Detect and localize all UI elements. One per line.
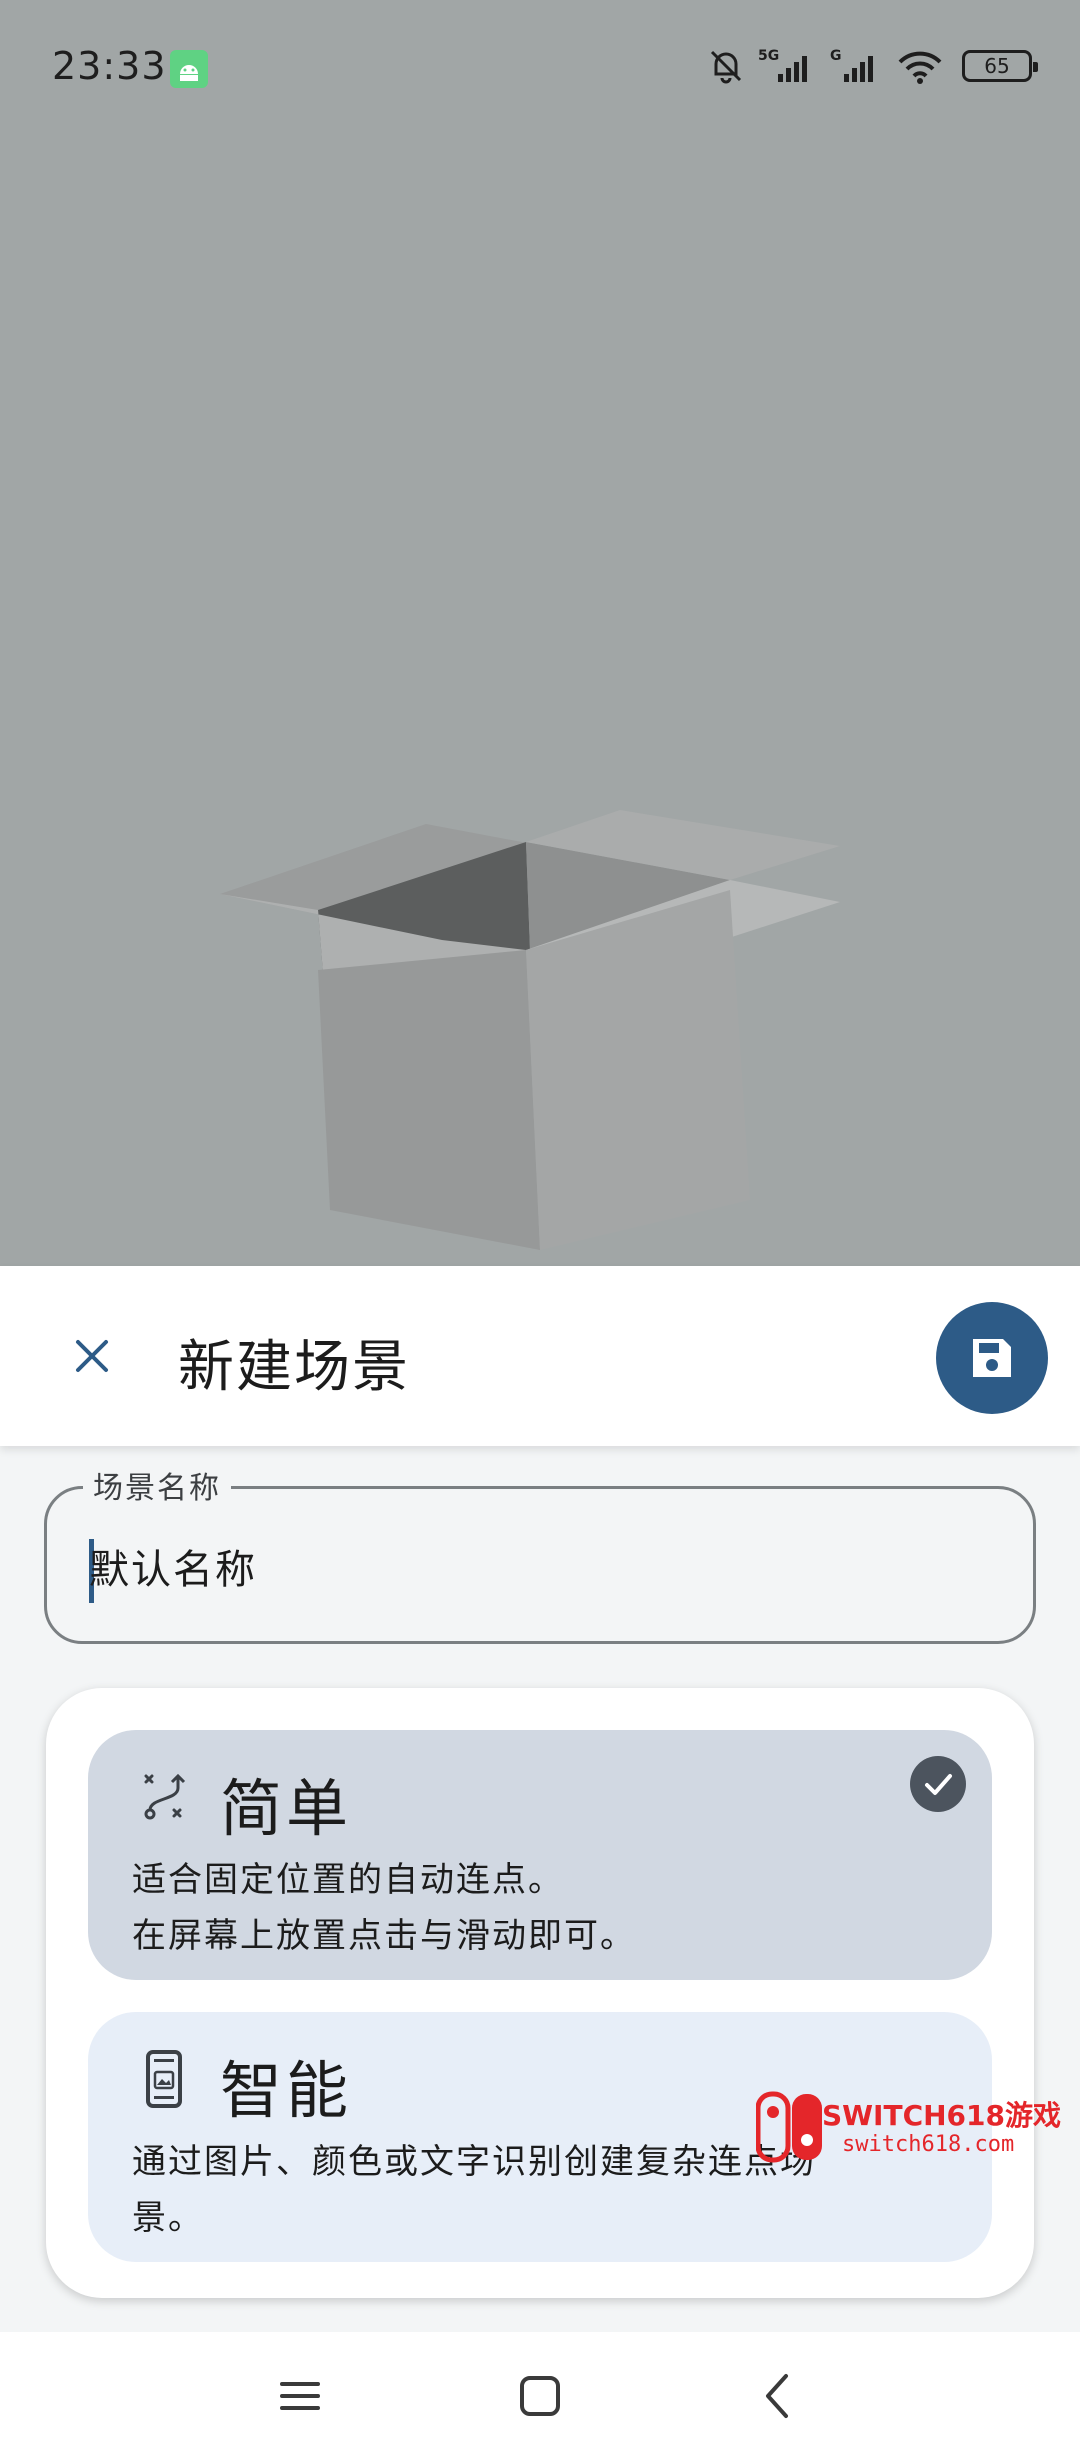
dimmed-backdrop[interactable]: 23:33 5G G 65	[0, 0, 1080, 1266]
option-simple-description: 适合固定位置的自动连点。 在屏幕上放置点击与滑动即可。	[132, 1852, 932, 1964]
option-simple-title: 简单	[220, 1772, 353, 1845]
status-bar: 23:33 5G G 65	[0, 0, 1080, 140]
close-icon	[76, 1340, 108, 1372]
option-simple-desc-line2: 在屏幕上放置点击与滑动即可。	[132, 1916, 636, 1956]
back-button[interactable]	[746, 2364, 810, 2428]
sheet-title: 新建场景	[178, 1335, 410, 1400]
home-button[interactable]	[508, 2364, 572, 2428]
status-time: 23:33	[52, 44, 167, 88]
watermark-title: SWITCH618游戏	[822, 2099, 1061, 2132]
menu-icon	[280, 2382, 320, 2410]
signal-5g-label: 5G	[758, 48, 779, 64]
option-smart-title: 智能	[220, 2054, 353, 2127]
home-square-icon	[520, 2376, 560, 2416]
battery-icon: 65	[962, 50, 1038, 82]
scene-name-input[interactable]	[89, 1531, 989, 1601]
status-icons: 5G G 65	[706, 46, 1038, 86]
wifi-icon	[898, 51, 942, 84]
route-icon	[144, 1773, 186, 1820]
option-simple[interactable]: 简单 适合固定位置的自动连点。 在屏幕上放置点击与滑动即可。	[88, 1730, 992, 1980]
watermark: SWITCH618游戏 switch618.com	[756, 2090, 1066, 2166]
signal-5g-icon: 5G	[758, 48, 807, 82]
chevron-left-icon	[766, 2374, 788, 2418]
new-scene-sheet: 新建场景 场景名称 默认名称 简单 适合固定位置的自动连点。 在屏幕上放置点击与…	[0, 1266, 1080, 2332]
phone-image-icon	[146, 2050, 182, 2108]
signal-g-icon: G	[830, 48, 873, 82]
recents-button[interactable]	[268, 2364, 332, 2428]
empty-box-illustration	[220, 810, 840, 1250]
scene-name-label: 场景名称	[83, 1463, 231, 1507]
switch-logo-icon	[756, 2091, 822, 2163]
scene-type-card: 简单 适合固定位置的自动连点。 在屏幕上放置点击与滑动即可。 智能 通过图片、颜…	[46, 1688, 1034, 2298]
navigation-bar	[0, 2332, 1080, 2460]
check-icon	[910, 1756, 966, 1812]
scene-name-field[interactable]: 场景名称	[44, 1463, 1036, 1644]
screen: 23:33 5G G 65 新建场景 场景名称 默认名称 简单 适合固定位置的自…	[0, 0, 1080, 2460]
save-icon	[973, 1339, 1011, 1377]
close-button[interactable]	[52, 1316, 132, 1396]
battery-level: 65	[984, 54, 1010, 78]
bell-off-icon	[710, 50, 742, 84]
option-simple-desc-line1: 适合固定位置的自动连点。	[132, 1860, 564, 1900]
android-app-icon	[170, 50, 208, 88]
save-button[interactable]	[936, 1302, 1048, 1414]
signal-g-label: G	[830, 48, 842, 64]
watermark-url: switch618.com	[842, 2132, 1015, 2157]
option-smart-desc-line2: 景。	[132, 2198, 204, 2238]
sheet-header: 新建场景	[0, 1266, 1080, 1446]
